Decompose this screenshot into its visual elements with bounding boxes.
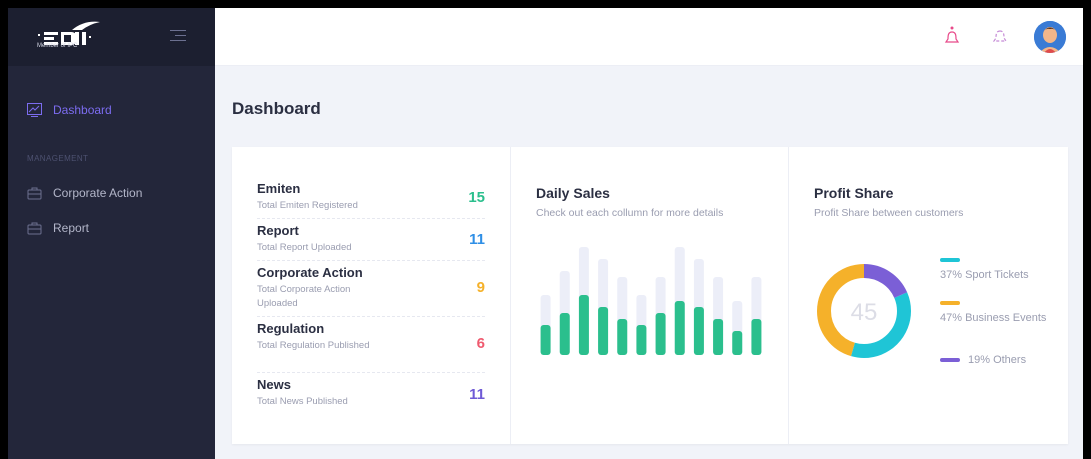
sidebar-item-label: Corporate Action — [53, 186, 143, 200]
legend-label: 47% Business Events — [940, 312, 1047, 324]
legend-swatch — [940, 358, 960, 362]
legend-item: 37% Sport Tickets — [940, 251, 1050, 283]
daily-sales-subtitle: Check out each collumn for more details — [536, 207, 724, 219]
stat-value: 11 — [469, 231, 485, 248]
daily-sales-title: Daily Sales — [536, 185, 610, 201]
brand-bar: Member of IPC — [8, 8, 215, 66]
bar[interactable] — [636, 325, 647, 355]
stat-subtitle: Total Emiten Registered — [257, 200, 358, 211]
stat-title: Emiten — [257, 181, 301, 196]
stat-title: Regulation — [257, 321, 325, 336]
stat-subtitle: Total Corporate Action Uploaded — [257, 284, 351, 309]
app-frame: Member of IPC Dashboard Management Corpo… — [8, 8, 1083, 459]
chart-line-icon — [27, 103, 42, 117]
profit-share-subtitle: Profit Share between customers — [814, 207, 964, 219]
notification-bell-icon[interactable] — [943, 26, 961, 46]
notification-bell-icon[interactable] — [991, 26, 1009, 46]
stat-subtitle: Total Regulation Published — [257, 340, 370, 351]
bar[interactable] — [732, 331, 743, 355]
daily-sales-panel: Daily Sales Check out each collumn for m… — [511, 147, 789, 444]
daily-sales-bar-chart — [540, 247, 762, 355]
dashboard-card: Emiten Total Emiten Registered 15 Report… — [232, 147, 1068, 444]
sidebar-item-label: Report — [53, 221, 90, 235]
logo — [38, 21, 100, 45]
sidebar-section-label: Management — [27, 154, 89, 163]
stat-item[interactable]: Emiten Total Emiten Registered 15 — [257, 181, 485, 219]
topbar — [215, 8, 1083, 66]
stat-subtitle: Total News Published — [257, 396, 348, 407]
stat-title: News — [257, 377, 291, 392]
stat-item[interactable]: News Total News Published 11 — [257, 377, 485, 417]
bar[interactable] — [713, 319, 724, 355]
profit-share-title: Profit Share — [814, 185, 894, 201]
donut-center-value: 45 — [851, 299, 878, 326]
bar[interactable] — [693, 307, 704, 355]
bar[interactable] — [617, 319, 628, 355]
legend-swatch — [940, 301, 960, 305]
stats-panel: Emiten Total Emiten Registered 15 Report… — [232, 147, 511, 444]
stat-item[interactable]: Regulation Total Regulation Published 6 — [257, 321, 485, 373]
legend-label: 37% Sport Tickets — [940, 269, 1029, 281]
briefcase-icon — [27, 222, 42, 235]
legend-swatch — [940, 258, 960, 262]
legend-item: 19% Others — [940, 352, 1050, 368]
profit-share-panel: Profit Share Profit Share between custom… — [789, 147, 1068, 444]
bar[interactable] — [598, 307, 609, 355]
avatar[interactable] — [1034, 21, 1066, 53]
stat-title: Corporate Action — [257, 265, 363, 280]
stat-item[interactable]: Corporate Action Total Corporate Action … — [257, 265, 485, 317]
stat-value: 11 — [469, 386, 485, 403]
sidebar: Member of IPC Dashboard Management Corpo… — [8, 8, 215, 459]
legend-label: 19% Others — [968, 354, 1027, 366]
bar[interactable] — [674, 301, 685, 355]
stat-subtitle: Total Report Uploaded — [257, 242, 352, 253]
bar[interactable] — [559, 313, 570, 355]
page-title: Dashboard — [232, 99, 321, 118]
sidebar-item-corporate-action[interactable]: Corporate Action — [27, 186, 142, 200]
logo-caption: Member of IPC — [37, 43, 78, 49]
profit-share-donut-chart: 45 — [817, 264, 911, 358]
bar[interactable] — [751, 319, 762, 355]
stat-title: Report — [257, 223, 299, 238]
bar[interactable] — [655, 313, 666, 355]
bar[interactable] — [540, 325, 551, 355]
briefcase-icon — [27, 187, 42, 200]
legend-item: 47% Business Events — [940, 294, 1050, 326]
user-avatar-icon — [1034, 21, 1066, 53]
sidebar-item-report[interactable]: Report — [27, 221, 89, 235]
menu-toggle-icon[interactable] — [170, 30, 186, 44]
stat-value: 15 — [468, 189, 485, 206]
sidebar-item-dashboard[interactable]: Dashboard — [27, 103, 112, 117]
sidebar-item-label: Dashboard — [53, 103, 112, 117]
stat-value: 6 — [476, 335, 485, 352]
stat-item[interactable]: Report Total Report Uploaded 11 — [257, 223, 485, 261]
bar[interactable] — [578, 295, 589, 355]
stat-value: 9 — [476, 279, 485, 296]
